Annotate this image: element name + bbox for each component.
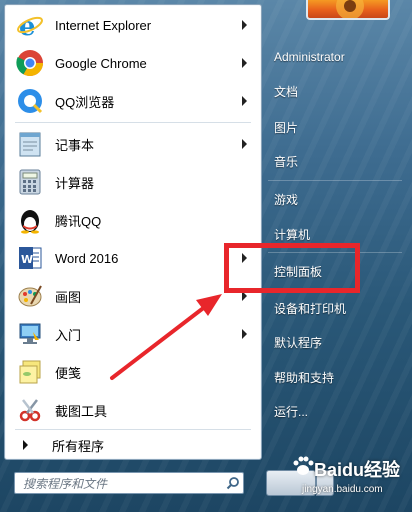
- submenu-arrow-icon: [242, 20, 247, 30]
- program-label: 计算器: [55, 175, 95, 191]
- right-item-music[interactable]: 音乐: [264, 148, 404, 174]
- right-item-administrator[interactable]: Administrator: [264, 44, 404, 70]
- program-label: 记事本: [55, 137, 95, 153]
- program-label: 腾讯QQ: [55, 213, 102, 229]
- search-icon[interactable]: [223, 473, 243, 493]
- program-google-chrome[interactable]: Google Chrome: [9, 45, 257, 81]
- svg-text:W: W: [21, 253, 33, 266]
- all-programs-arrow-icon: [23, 440, 28, 450]
- watermark-brand: Baidu经验: [314, 460, 401, 480]
- qq-penguin-icon: [15, 205, 45, 235]
- divider: [15, 429, 251, 430]
- all-programs-label: 所有程序: [52, 438, 105, 454]
- paint-icon: [15, 281, 45, 311]
- program-label: Internet Explorer: [55, 17, 152, 33]
- submenu-arrow-icon: [242, 139, 247, 149]
- user-picture[interactable]: [306, 0, 390, 20]
- chrome-icon: [15, 48, 45, 78]
- right-item-devices-and-printers[interactable]: 设备和打印机: [264, 295, 404, 321]
- calculator-icon: [15, 167, 45, 197]
- right-item-help-and-support[interactable]: 帮助和支持: [264, 364, 404, 390]
- program-label: 便笺: [55, 365, 82, 381]
- program-getting-started[interactable]: 入门: [9, 316, 257, 352]
- program-internet-explorer[interactable]: e Internet Explorer: [9, 7, 257, 43]
- search-placeholder: 搜索程序和文件: [23, 476, 108, 491]
- program-label: Google Chrome: [55, 55, 147, 71]
- word-icon: W: [15, 243, 45, 273]
- programs-panel: e Internet Explorer Google Chrome QQ浏览器 …: [4, 4, 262, 460]
- right-item-documents[interactable]: 文档: [264, 78, 404, 104]
- baidu-paw-icon: [293, 456, 314, 475]
- right-item-run[interactable]: 运行...: [264, 398, 404, 424]
- search-box[interactable]: 搜索程序和文件: [14, 472, 244, 494]
- program-label: QQ浏览器: [55, 94, 115, 110]
- program-qq-browser[interactable]: QQ浏览器: [9, 83, 257, 119]
- all-programs-button[interactable]: 所有程序: [9, 433, 257, 457]
- highlight-box-control-panel: [224, 243, 360, 293]
- internet-explorer-icon: e: [15, 10, 45, 40]
- sticky-notes-icon: [15, 357, 45, 387]
- program-paint[interactable]: 画图: [9, 278, 257, 314]
- right-item-default-programs[interactable]: 默认程序: [264, 329, 404, 355]
- submenu-arrow-icon: [242, 58, 247, 68]
- qq-browser-icon: [15, 86, 45, 116]
- program-snipping-tool[interactable]: 截图工具: [9, 392, 257, 428]
- submenu-arrow-icon: [242, 329, 247, 339]
- program-tencent-qq[interactable]: 腾讯QQ: [9, 202, 257, 238]
- right-item-pictures[interactable]: 图片: [264, 114, 404, 140]
- program-label: 截图工具: [55, 403, 108, 419]
- baidu-watermark: Baidu经验 jingyan.baidu.com: [292, 454, 412, 512]
- watermark-url: jingyan.baidu.com: [302, 484, 383, 495]
- program-label: 画图: [55, 289, 82, 305]
- program-label: Word 2016: [55, 250, 119, 266]
- program-notepad[interactable]: 记事本: [9, 126, 257, 162]
- program-word-2016[interactable]: W Word 2016: [9, 240, 257, 276]
- program-calculator[interactable]: 计算器: [9, 164, 257, 200]
- right-divider: [268, 180, 402, 181]
- program-label: 入门: [55, 327, 82, 343]
- right-item-games[interactable]: 游戏: [264, 186, 404, 212]
- notepad-icon: [15, 129, 45, 159]
- divider: [15, 122, 251, 123]
- getting-started-icon: [15, 319, 45, 349]
- program-sticky-notes[interactable]: 便笺: [9, 354, 257, 390]
- snipping-tool-icon: [15, 395, 45, 425]
- submenu-arrow-icon: [242, 96, 247, 106]
